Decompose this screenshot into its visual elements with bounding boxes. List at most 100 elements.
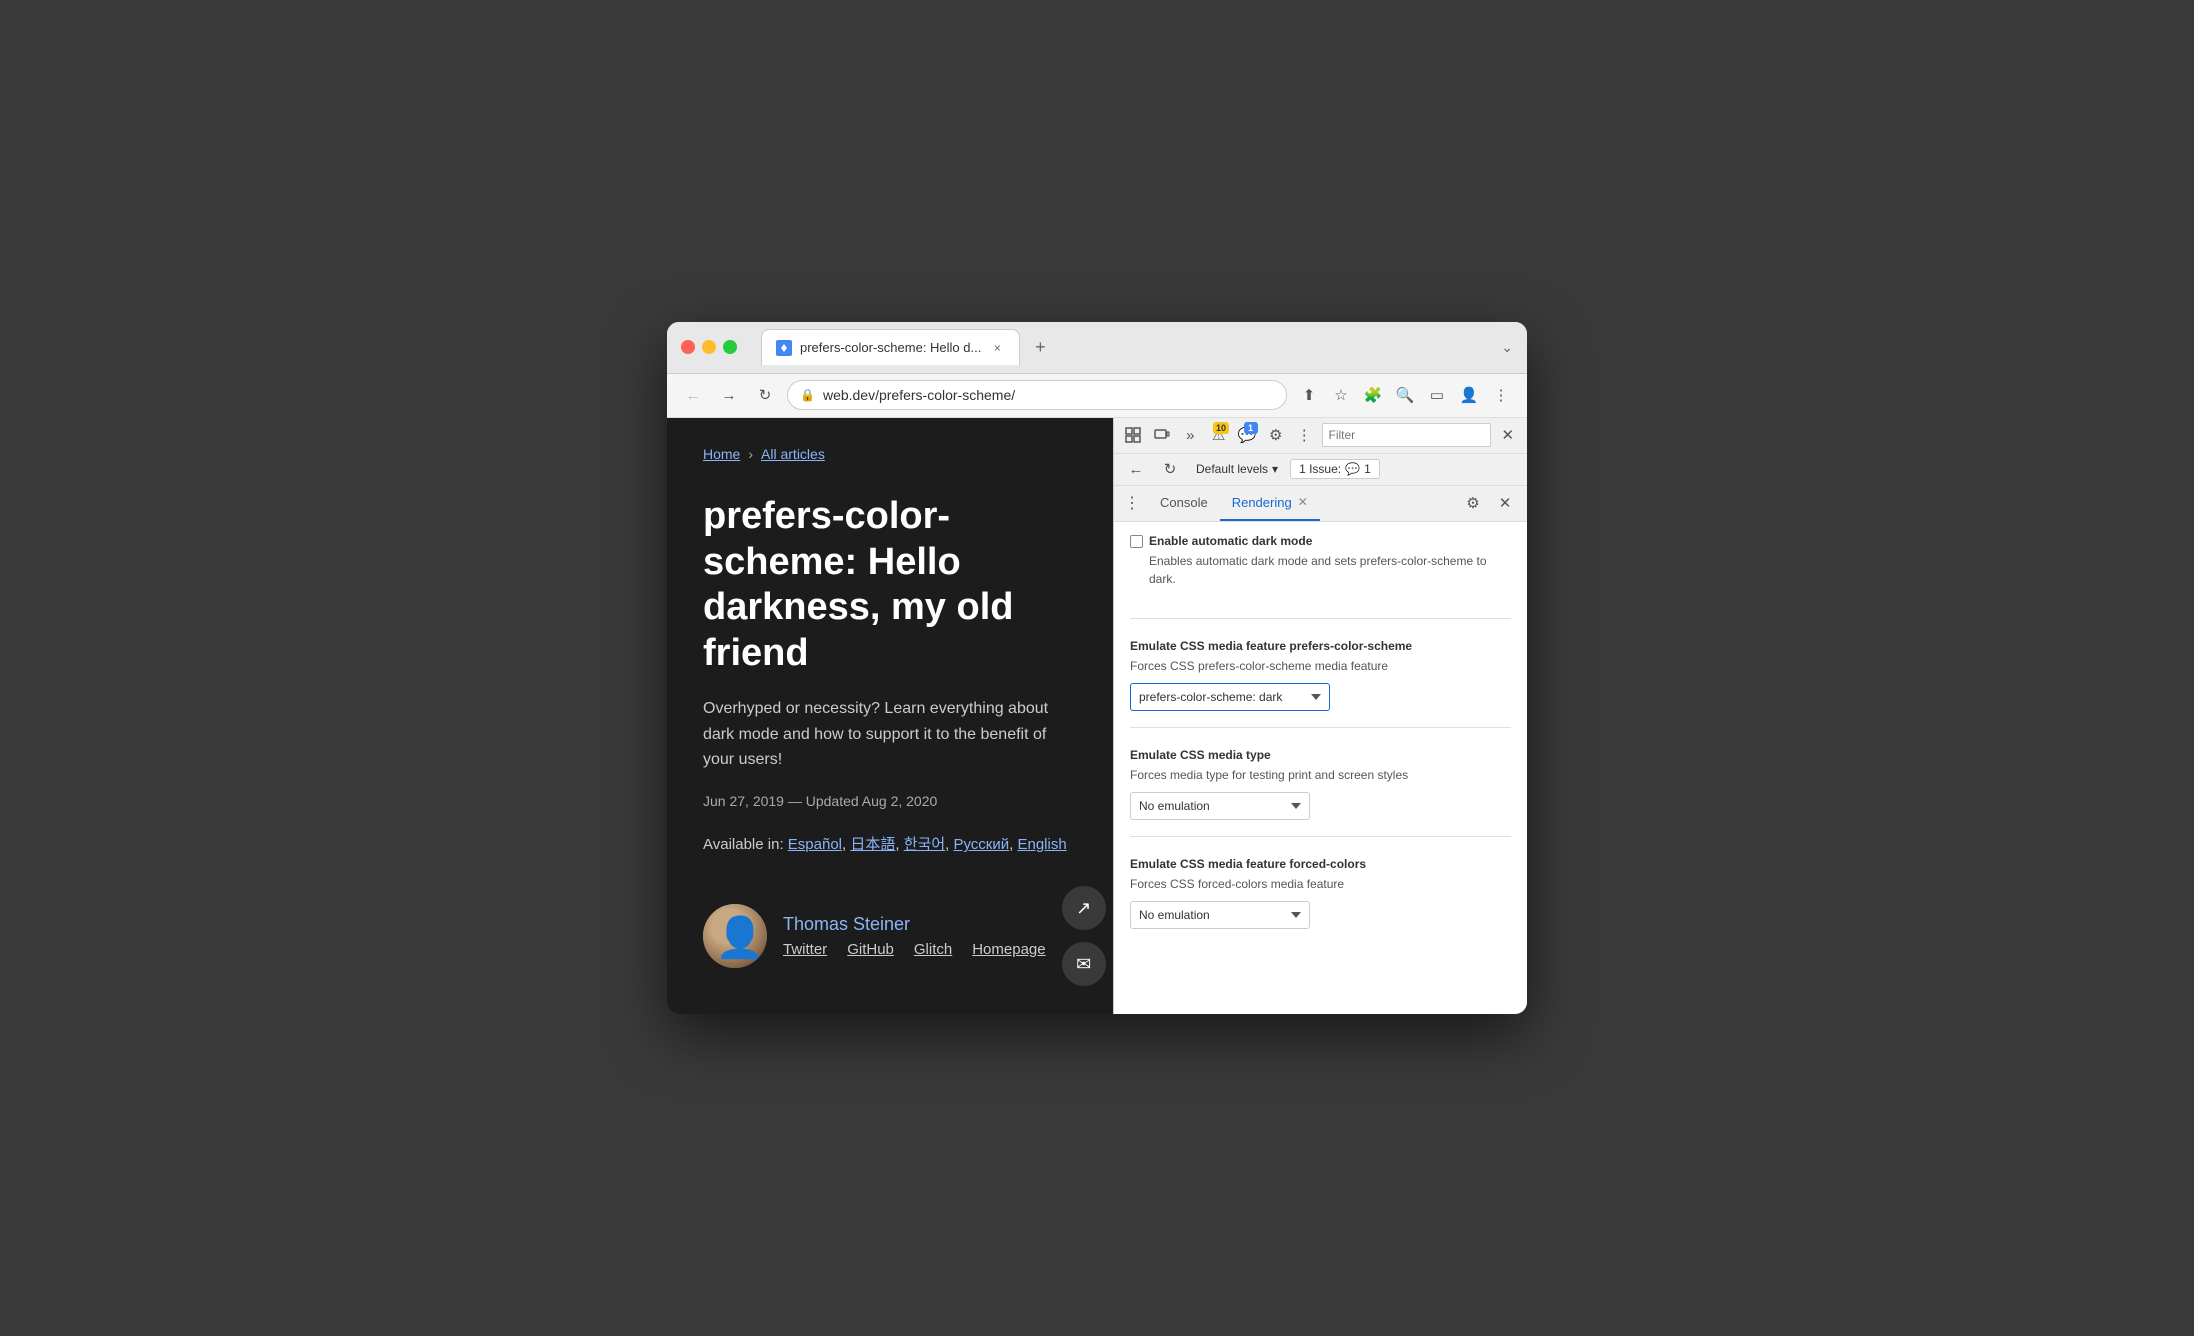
color-scheme-select[interactable]: No emulation prefers-color-scheme: light… (1130, 683, 1330, 711)
navigation-toolbar: ← → ↻ 🔒 web.dev/prefers-color-scheme/ ⬆ … (667, 374, 1527, 418)
dt-panel-settings-icon[interactable]: ⚙ (1459, 489, 1487, 517)
devtools-panel: » 10 ⚠ 1 💬 ⚙ ⋮ ✕ ← ↻ Default leve (1113, 418, 1527, 1014)
author-name: Thomas Steiner (783, 914, 1046, 935)
lang-english[interactable]: English (1017, 836, 1066, 853)
avatar-image (703, 904, 767, 968)
devtools-filter-input[interactable] (1322, 423, 1491, 447)
email-button[interactable]: ✉ (1062, 942, 1106, 986)
dt-menu-button[interactable]: ⋮ (1122, 493, 1142, 513)
tab-dropdown-icon[interactable]: ⌄ (1501, 339, 1513, 356)
auto-dark-checkbox-row: Enable automatic dark mode Enables autom… (1130, 534, 1511, 596)
devtools-close-icon[interactable]: ✕ (1497, 421, 1520, 449)
emulate-color-scheme-section: Emulate CSS media feature prefers-color-… (1130, 639, 1511, 728)
browser-window: prefers-color-scheme: Hello d... × + ⌄ ←… (667, 322, 1527, 1014)
back-button[interactable]: ← (679, 381, 707, 409)
warning-icon[interactable]: 10 ⚠ (1208, 421, 1231, 449)
bookmark-icon[interactable]: ☆ (1327, 381, 1355, 409)
share-button[interactable]: ↗ (1062, 886, 1106, 930)
forced-colors-section: Emulate CSS media feature forced-colors … (1130, 857, 1511, 945)
maximize-traffic-light[interactable] (723, 340, 737, 354)
dt-back-icon[interactable]: ← (1122, 455, 1150, 483)
devtools-tabs: ⋮ Console Rendering ✕ ⚙ ✕ (1114, 486, 1527, 522)
avatar (703, 904, 767, 968)
new-tab-button[interactable]: + (1026, 333, 1054, 361)
menu-icon[interactable]: ⋮ (1487, 381, 1515, 409)
tab-favicon (776, 340, 792, 356)
devtools-toolbar: » 10 ⚠ 1 💬 ⚙ ⋮ ✕ (1114, 418, 1527, 454)
breadcrumb: Home › All articles (703, 446, 1077, 462)
devtools-icon[interactable]: 🔍 (1391, 381, 1419, 409)
tab-console[interactable]: Console (1148, 485, 1220, 521)
author-section: Thomas Steiner Twitter GitHub Glitch Hom… (703, 886, 1077, 986)
author-twitter-link[interactable]: Twitter (783, 941, 827, 958)
media-type-select[interactable]: No emulation print screen (1130, 792, 1310, 820)
tab-title: prefers-color-scheme: Hello d... (800, 340, 981, 355)
settings-icon[interactable]: ⚙ (1265, 421, 1288, 449)
lang-espanol[interactable]: Español (788, 836, 842, 853)
breadcrumb-all-articles[interactable]: All articles (761, 446, 825, 462)
devtools-more-icon[interactable]: ⋮ (1293, 421, 1316, 449)
emulate-media-type-section: Emulate CSS media type Forces media type… (1130, 748, 1511, 837)
refresh-button[interactable]: ↻ (751, 381, 779, 409)
article-date: Jun 27, 2019 — Updated Aug 2, 2020 (703, 793, 1077, 809)
forward-button[interactable]: → (715, 381, 743, 409)
auto-dark-desc: Enables automatic dark mode and sets pre… (1149, 552, 1511, 588)
responsive-icon[interactable] (1151, 421, 1174, 449)
close-traffic-light[interactable] (681, 340, 695, 354)
dt-refresh-icon[interactable]: ↻ (1156, 455, 1184, 483)
rendering-tab-close[interactable]: ✕ (1298, 495, 1308, 509)
auto-dark-title: Enable automatic dark mode (1149, 534, 1511, 548)
traffic-lights (681, 340, 737, 354)
article-languages: Available in: Español, 日本語, 한국어, Русский… (703, 833, 1077, 854)
toolbar-actions: ⬆ ☆ 🧩 🔍 ▭ 👤 ⋮ (1295, 381, 1515, 409)
address-bar[interactable]: 🔒 web.dev/prefers-color-scheme/ (787, 380, 1287, 410)
rendering-tab-label: Rendering (1232, 495, 1292, 510)
content-area: Home › All articles prefers-color-scheme… (667, 418, 1527, 1014)
auto-dark-checkbox[interactable] (1130, 535, 1143, 548)
rendering-panel-content: Enable automatic dark mode Enables autom… (1114, 522, 1527, 1014)
tab-close-button[interactable]: × (989, 340, 1005, 356)
share-icon[interactable]: ⬆ (1295, 381, 1323, 409)
title-bar: prefers-color-scheme: Hello d... × + ⌄ (667, 322, 1527, 374)
available-in-label: Available in: (703, 836, 784, 853)
console-tab-label: Console (1160, 495, 1208, 510)
tab-bar: prefers-color-scheme: Hello d... × + ⌄ (761, 329, 1513, 365)
issues-icon: 💬 (1345, 462, 1360, 476)
levels-dropdown-icon: ▾ (1272, 462, 1278, 476)
auto-dark-section: Enable automatic dark mode Enables autom… (1130, 534, 1511, 619)
emulate-media-type-desc: Forces media type for testing print and … (1130, 766, 1511, 784)
forced-colors-select[interactable]: No emulation active none (1130, 901, 1310, 929)
emulate-color-scheme-desc: Forces CSS prefers-color-scheme media fe… (1130, 657, 1511, 675)
article-description: Overhyped or necessity? Learn everything… (703, 696, 1077, 773)
minimize-traffic-light[interactable] (702, 340, 716, 354)
profile-icon[interactable]: 👤 (1455, 381, 1483, 409)
breadcrumb-home[interactable]: Home (703, 446, 740, 462)
forced-colors-desc: Forces CSS forced-colors media feature (1130, 875, 1511, 893)
default-levels-button[interactable]: Default levels ▾ (1190, 460, 1284, 478)
active-tab[interactable]: prefers-color-scheme: Hello d... × (761, 329, 1020, 365)
forced-colors-title: Emulate CSS media feature forced-colors (1130, 857, 1511, 871)
breadcrumb-separator: › (748, 446, 753, 462)
emulate-color-scheme-title: Emulate CSS media feature prefers-color-… (1130, 639, 1511, 653)
more-tools-icon[interactable]: » (1179, 421, 1202, 449)
extensions-icon[interactable]: 🧩 (1359, 381, 1387, 409)
issues-label: 1 Issue: (1299, 462, 1341, 476)
tab-rendering[interactable]: Rendering ✕ (1220, 485, 1320, 521)
inspector-icon[interactable] (1122, 421, 1145, 449)
author-info: Thomas Steiner Twitter GitHub Glitch Hom… (783, 914, 1046, 958)
url-text: web.dev/prefers-color-scheme/ (823, 387, 1015, 403)
author-github-link[interactable]: GitHub (847, 941, 894, 958)
issues-badge[interactable]: 1 Issue: 💬 1 (1290, 459, 1380, 479)
author-links: Twitter GitHub Glitch Homepage (783, 941, 1046, 958)
sidebar-icon[interactable]: ▭ (1423, 381, 1451, 409)
dt-panel-close-icon[interactable]: ✕ (1491, 489, 1519, 517)
lang-russian[interactable]: Русский (953, 836, 1009, 853)
lang-japanese[interactable]: 日本語 (850, 836, 895, 853)
author-homepage-link[interactable]: Homepage (972, 941, 1045, 958)
lock-icon: 🔒 (800, 388, 815, 402)
lang-korean[interactable]: 한국어 (904, 836, 945, 853)
issues-count: 1 (1364, 462, 1371, 476)
message-icon[interactable]: 1 💬 (1236, 421, 1259, 449)
article-title: prefers-color-scheme: Hello darkness, my… (703, 494, 1077, 676)
author-glitch-link[interactable]: Glitch (914, 941, 952, 958)
